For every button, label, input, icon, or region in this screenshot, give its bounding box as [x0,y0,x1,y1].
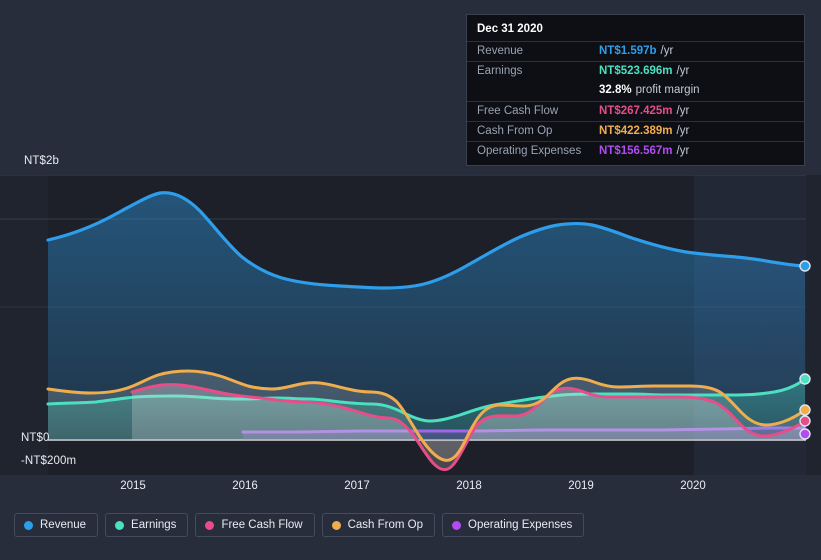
tooltip-row-revenue: Revenue NT$1.597b /yr [467,41,804,61]
endpoint-operating-expenses [799,428,811,440]
x-axis-tick-2015: 2015 [120,480,146,492]
x-axis-tick-2017: 2017 [344,480,370,492]
tooltip-value-revenue: NT$1.597b [599,45,657,57]
tooltip-date: Dec 31 2020 [477,23,543,35]
legend-dot-icon-earnings [115,520,125,530]
x-axis-tick-2016: 2016 [232,480,258,492]
tooltip-row-earnings: Earnings NT$523.696m /yr [467,61,804,81]
tooltip-row-free-cash-flow: Free Cash Flow NT$267.425m /yr [467,100,804,121]
tooltip-unit-operating-expenses: /yr [676,145,690,158]
tooltip-key-cash-from-op: Cash From Op [477,124,553,137]
legend-label-operating-expenses: Operating Expenses [468,519,573,531]
x-axis: 2015 2016 2017 2018 2019 2020 [0,480,821,498]
chart-legend: Revenue Earnings Free Cash Flow Cash Fro… [14,513,585,537]
tooltip-value-earnings: NT$523.696m [599,65,673,78]
tooltip-unit-revenue: /yr [660,45,674,57]
tooltip-unit-cash-from-op: /yr [676,124,690,137]
endpoint-revenue [799,260,811,272]
tooltip-value-operating-expenses: NT$156.567m [599,145,673,158]
legend-item-cash-from-op[interactable]: Cash From Op [321,513,436,537]
tooltip-unit-profit-margin: profit margin [635,84,700,97]
tooltip-row-cash-from-op: Cash From Op NT$422.389m /yr [467,120,804,141]
tooltip-row-operating-expenses: Operating Expenses NT$156.567m /yr [467,141,804,161]
y-axis-label-zero: NT$0 [21,432,50,444]
tooltip-value-profit-margin: 32.8% [599,84,632,97]
y-axis-label-negative: -NT$200m [21,455,77,467]
endpoint-cash-from-op [799,404,811,416]
plot-area [0,175,821,475]
chart-svg [0,175,821,475]
tooltip-row-profit-margin: 32.8% profit margin [467,81,804,100]
legend-label-revenue: Revenue [40,519,87,531]
legend-item-earnings[interactable]: Earnings [105,513,189,537]
y-axis-label-top: NT$2b [24,155,60,167]
legend-label-earnings: Earnings [131,519,177,531]
legend-label-free-cash-flow: Free Cash Flow [221,519,303,531]
legend-dot-icon-cash-from-op [331,520,341,530]
legend-item-operating-expenses[interactable]: Operating Expenses [442,513,585,537]
legend-dot-icon-operating-expenses [452,520,462,530]
legend-dot-icon-revenue [24,520,33,530]
tooltip-value-free-cash-flow: NT$267.425m [599,104,673,117]
tooltip-key-revenue: Revenue [477,45,524,57]
tooltip-key-earnings: Earnings [477,65,523,78]
tooltip-key-operating-expenses: Operating Expenses [477,145,582,158]
chart-tooltip: Dec 31 2020 Revenue NT$1.597b /yr Earnin… [466,14,805,167]
endpoint-free-cash-flow [799,415,811,427]
tooltip-value-cash-from-op: NT$422.389m [599,124,673,137]
tooltip-key-free-cash-flow: Free Cash Flow [477,104,559,117]
legend-dot-icon-free-cash-flow [205,520,215,530]
tooltip-unit-free-cash-flow: /yr [676,104,690,117]
legend-item-free-cash-flow[interactable]: Free Cash Flow [195,513,315,537]
x-axis-tick-2019: 2019 [568,480,594,492]
tooltip-unit-earnings: /yr [676,65,690,78]
legend-label-cash-from-op: Cash From Op [347,519,424,531]
endpoint-earnings [799,373,811,385]
x-axis-tick-2020: 2020 [680,480,706,492]
x-axis-tick-2018: 2018 [456,480,482,492]
earnings-revenue-chart: NT$2b NT$0 -NT$200m 2015 2016 2017 2018 … [0,0,821,560]
legend-item-revenue[interactable]: Revenue [14,513,99,537]
